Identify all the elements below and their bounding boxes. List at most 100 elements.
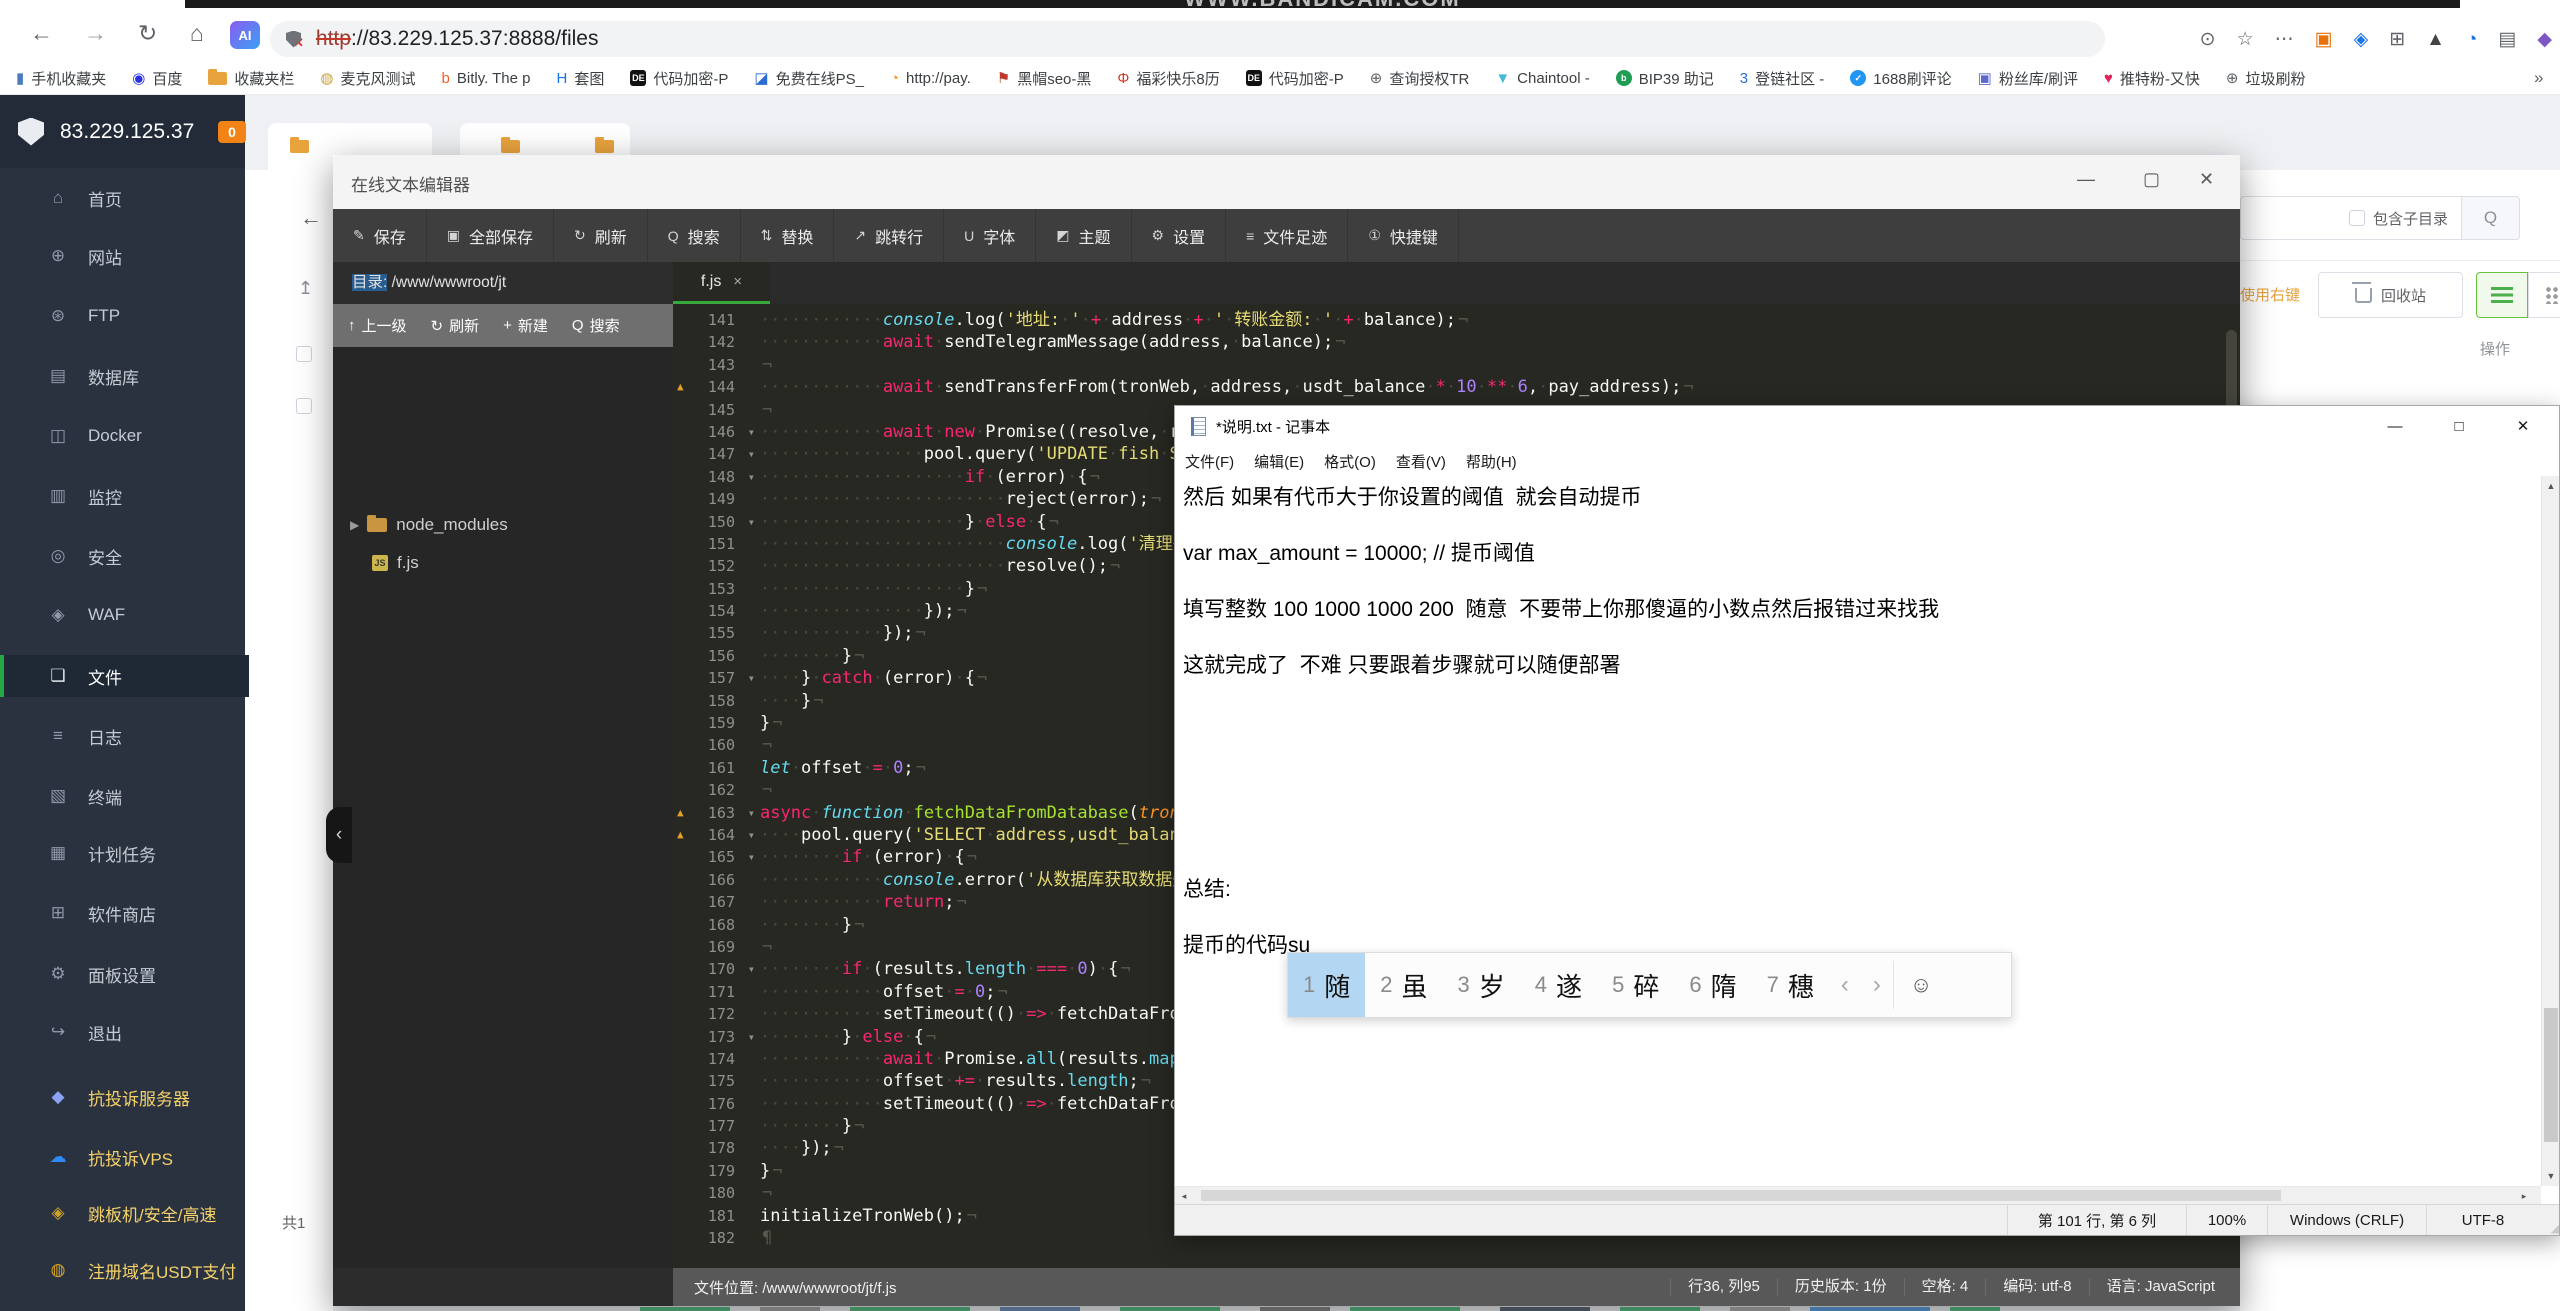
- bookmark-item[interactable]: Φ福彩快乐8历: [1117, 68, 1219, 89]
- bookmark-item[interactable]: 收藏夹栏: [208, 68, 294, 89]
- extension-clock-icon[interactable]: ◔: [2466, 30, 2477, 49]
- url-text[interactable]: http://83.229.125.37:8888/files: [316, 27, 599, 51]
- sidebar-promo-注册域名USDT支付[interactable]: ◍注册域名USDT支付: [0, 1249, 245, 1291]
- sidebar-item-日志[interactable]: ≡日志: [0, 715, 245, 757]
- notepad-menu-编辑(E)[interactable]: 编辑(E): [1244, 451, 1314, 472]
- bookmark-item[interactable]: ◍麦克风测试: [320, 68, 415, 89]
- notepad-hscrollbar[interactable]: ◂ ▸: [1175, 1186, 2541, 1204]
- editor-toolbar-button-替换[interactable]: ⇅替换: [741, 209, 835, 262]
- tree-toolbar-上一级[interactable]: ↑上一级: [348, 315, 407, 336]
- expand-arrow-icon[interactable]: ▶: [350, 518, 359, 532]
- editor-toolbar-button-设置[interactable]: ⚙设置: [1132, 209, 1227, 262]
- more-icon[interactable]: ⋯: [2275, 30, 2294, 49]
- scroll-up-icon[interactable]: ▲: [2542, 476, 2560, 496]
- notepad-vscrollbar[interactable]: ▲ ▼: [2541, 476, 2559, 1186]
- forward-icon[interactable]: →: [84, 22, 107, 45]
- editor-toolbar-button-主题[interactable]: ◩主题: [1036, 209, 1131, 262]
- scroll-down-icon[interactable]: ▼: [2542, 1166, 2560, 1186]
- bookmark-item[interactable]: ▮手机收藏夹: [16, 68, 106, 89]
- reload-icon[interactable]: ↻: [138, 22, 157, 45]
- home-icon[interactable]: ⌂: [190, 22, 204, 45]
- sidebar-item-FTP[interactable]: ⊛FTP: [0, 295, 245, 337]
- grid-view-toggle[interactable]: [2528, 272, 2560, 318]
- extension-blue-icon[interactable]: ◈: [2354, 30, 2369, 49]
- resize-grip[interactable]: ◢: [2539, 1205, 2559, 1235]
- ime-next-icon[interactable]: ›: [1861, 953, 1893, 1017]
- sidebar-promo-跳板机/安全/高速[interactable]: ◈跳板机/安全/高速: [0, 1192, 245, 1234]
- bookmark-item[interactable]: H套图: [557, 68, 605, 89]
- editor-toolbar-button-跳转行[interactable]: ↗跳转行: [834, 209, 944, 262]
- fold-arrow-icon[interactable]: ▾: [748, 511, 755, 533]
- back-icon[interactable]: ←: [30, 22, 53, 45]
- fold-arrow-icon[interactable]: ▾: [748, 958, 755, 980]
- tree-toolbar-搜索[interactable]: Q搜索: [572, 315, 620, 336]
- sidebar-item-计划任务[interactable]: ▦计划任务: [0, 832, 245, 874]
- ime-candidate-1[interactable]: 1随: [1288, 953, 1365, 1017]
- ime-candidate-3[interactable]: 3岁: [1443, 953, 1520, 1017]
- bookmark-star-icon[interactable]: ☆: [2237, 30, 2254, 49]
- editor-scrollbar-thumb[interactable]: [2226, 330, 2237, 410]
- row-checkbox[interactable]: [296, 346, 312, 362]
- sidebar-item-安全[interactable]: ◎安全: [0, 535, 245, 577]
- recycle-button[interactable]: 回收站: [2318, 272, 2463, 318]
- tree-toolbar-刷新[interactable]: ↻刷新: [431, 315, 480, 336]
- fm-back-icon[interactable]: ←: [300, 205, 322, 231]
- key-icon[interactable]: ⊙: [2200, 30, 2216, 49]
- sidebar-item-面板设置[interactable]: ⚙面板设置: [0, 953, 245, 995]
- tree-toolbar-新建[interactable]: +新建: [503, 315, 548, 336]
- notepad-menu-帮助(H)[interactable]: 帮助(H): [1456, 451, 1527, 472]
- bookmark-item[interactable]: ⚑黑帽seo-黑: [997, 68, 1092, 89]
- tree-collapse-handle[interactable]: ‹: [326, 807, 352, 863]
- sidebar-promo-抗投诉VPS[interactable]: ☁抗投诉VPS: [0, 1136, 245, 1178]
- sidebar-promo-抗投诉服务器[interactable]: ◆抗投诉服务器: [0, 1076, 245, 1118]
- bookmark-item[interactable]: DE代码加密-P: [1246, 68, 1344, 89]
- sidebar-item-数据库[interactable]: ▤数据库: [0, 355, 245, 397]
- editor-toolbar-button-保存[interactable]: ✎保存: [333, 209, 427, 262]
- tree-item-file[interactable]: JS f.js: [372, 553, 419, 573]
- scales-icon[interactable]: ▲: [2426, 30, 2445, 49]
- bookmark-item[interactable]: ▼Chaintool -: [1495, 70, 1589, 87]
- notepad-menu-查看(V)[interactable]: 查看(V): [1386, 451, 1456, 472]
- include-sub-checkbox[interactable]: [2349, 210, 2365, 226]
- editor-toolbar-button-文件足迹[interactable]: ≡文件足迹: [1226, 209, 1348, 262]
- vscroll-thumb[interactable]: [2544, 1008, 2558, 1142]
- ime-candidate-4[interactable]: 4遂: [1520, 953, 1597, 1017]
- ime-emoji-icon[interactable]: ☺: [1894, 953, 1948, 1017]
- url-bar[interactable]: ✕ http://83.229.125.37:8888/files: [270, 21, 2105, 57]
- fold-arrow-icon[interactable]: ▾: [748, 802, 755, 824]
- fold-arrow-icon[interactable]: ▾: [748, 846, 755, 868]
- scroll-right-icon[interactable]: ▸: [2515, 1187, 2533, 1205]
- sidebar-item-退出[interactable]: ↪退出: [0, 1011, 245, 1053]
- fm-search-button[interactable]: Q: [2462, 196, 2520, 240]
- notepad-menu-格式(O)[interactable]: 格式(O): [1314, 451, 1386, 472]
- editor-toolbar-button-刷新[interactable]: ↻刷新: [554, 209, 648, 262]
- editor-toolbar-button-搜索[interactable]: Q搜索: [648, 209, 741, 262]
- profile-icon[interactable]: ◆: [2537, 30, 2552, 49]
- ime-candidate-5[interactable]: 5碎: [1597, 953, 1674, 1017]
- fold-arrow-icon[interactable]: ▾: [748, 667, 755, 689]
- sidebar-item-WAF[interactable]: ◈WAF: [0, 594, 245, 636]
- editor-close-button[interactable]: ✕: [2199, 169, 2214, 190]
- bookmark-item[interactable]: ◉百度: [132, 68, 182, 89]
- sidebar-item-监控[interactable]: ▥监控: [0, 475, 245, 517]
- fold-arrow-icon[interactable]: ▾: [748, 824, 755, 846]
- extensions-grid-icon[interactable]: ⊞: [2389, 30, 2405, 49]
- ime-candidate-6[interactable]: 6隋: [1674, 953, 1751, 1017]
- hscroll-thumb[interactable]: [1201, 1190, 2281, 1201]
- scroll-left-icon[interactable]: ◂: [1175, 1187, 1193, 1205]
- editor-minimize-button[interactable]: —: [2077, 169, 2095, 190]
- fm-upload-icon[interactable]: ↥: [298, 278, 313, 299]
- editor-toolbar-button-字体[interactable]: U字体: [944, 209, 1036, 262]
- extension-orange-icon[interactable]: ▣: [2315, 30, 2333, 49]
- editor-maximize-button[interactable]: ▢: [2143, 169, 2160, 190]
- notepad-minimize-button[interactable]: —: [2371, 406, 2419, 446]
- tab-fjs[interactable]: f.js ×: [673, 262, 770, 304]
- bookmarks-overflow-icon[interactable]: »: [2534, 68, 2543, 88]
- list-view-toggle[interactable]: [2476, 272, 2528, 318]
- fold-arrow-icon[interactable]: ▾: [748, 466, 755, 488]
- fold-arrow-icon[interactable]: ▾: [748, 421, 755, 443]
- notepad-close-button[interactable]: ✕: [2499, 406, 2547, 446]
- reading-list-icon[interactable]: ▤: [2498, 30, 2516, 49]
- sidebar-item-终端[interactable]: ▧终端: [0, 775, 245, 817]
- tree-item-folder[interactable]: ▶ node_modules: [350, 515, 508, 535]
